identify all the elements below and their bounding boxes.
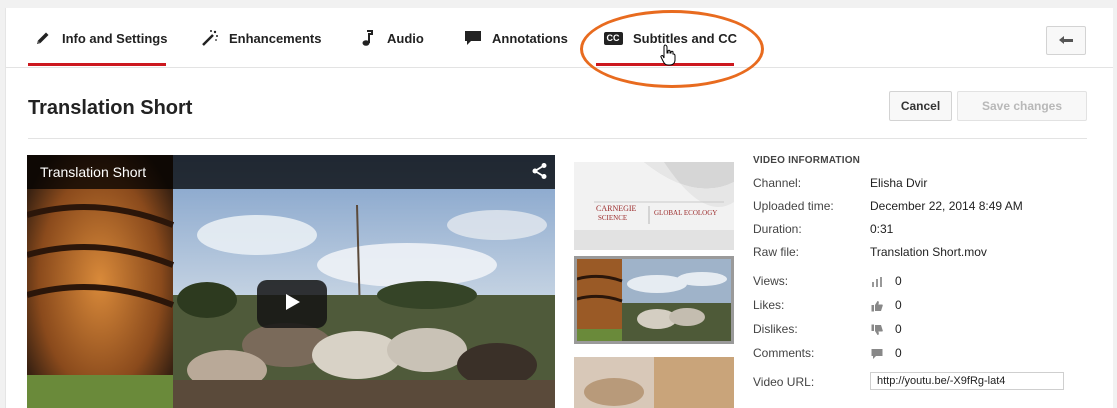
page-title: Translation Short — [28, 97, 193, 119]
channel-label: Channel: — [753, 176, 802, 190]
dislikes-value: 0 — [895, 322, 902, 336]
thumbnail-option-3[interactable] — [574, 357, 734, 408]
slide-text: CARNEGIE — [596, 204, 637, 213]
tab-enhancements[interactable]: Enhancements — [201, 8, 321, 68]
duration-label: Duration: — [753, 222, 802, 236]
pencil-icon — [34, 29, 52, 47]
thumbnail-option-2-selected[interactable] — [574, 256, 734, 344]
save-changes-button[interactable]: Save changes — [957, 91, 1087, 121]
music-note-icon — [359, 29, 377, 47]
video-information-heading: VIDEO INFORMATION — [753, 155, 861, 166]
video-url-label: Video URL: — [753, 375, 815, 389]
slide-text: SCIENCE — [598, 214, 628, 222]
tab-audio[interactable]: Audio — [359, 8, 424, 68]
channel-value: Elisha Dvir — [870, 176, 928, 190]
thumbs-up-icon — [871, 299, 883, 312]
tab-label: Subtitles and CC — [633, 30, 738, 46]
play-icon — [282, 292, 302, 317]
tab-label: Info and Settings — [62, 30, 168, 46]
tab-label: Audio — [387, 30, 424, 46]
tab-info-and-settings[interactable]: Info and Settings — [34, 8, 167, 68]
play-button[interactable] — [257, 280, 327, 328]
comments-label: Comments: — [753, 346, 815, 360]
tab-annotations[interactable]: Annotations — [464, 8, 568, 68]
raw-file-label: Raw file: — [753, 245, 800, 259]
back-button[interactable] — [1046, 26, 1086, 55]
comment-icon — [871, 347, 883, 359]
active-tab-indicator — [28, 63, 166, 66]
tab-bar: Info and Settings Enhancements Audio Ann… — [6, 8, 1113, 68]
views-label: Views: — [753, 274, 789, 288]
uploaded-time-label: Uploaded time: — [753, 199, 834, 213]
dislikes-label: Dislikes: — [753, 322, 798, 336]
views-value: 0 — [895, 274, 902, 288]
slide-text: GLOBAL ECOLOGY — [654, 209, 718, 217]
likes-value: 0 — [895, 298, 902, 312]
magic-wand-icon — [201, 29, 219, 47]
back-arrow-icon — [1058, 32, 1074, 50]
bar-chart-icon — [871, 275, 883, 287]
uploaded-time-value: December 22, 2014 8:49 AM — [870, 199, 1023, 213]
tab-label: Annotations — [492, 30, 568, 46]
speech-bubble-icon — [464, 29, 482, 47]
likes-label: Likes: — [753, 298, 785, 312]
thumbnail-option-1[interactable]: CARNEGIE SCIENCE GLOBAL ECOLOGY — [574, 162, 734, 250]
duration-value: 0:31 — [870, 222, 894, 236]
cc-icon: CC — [603, 29, 623, 47]
video-player[interactable]: Translation Short — [27, 155, 555, 408]
top-strip — [0, 0, 1117, 8]
player-title: Translation Short — [40, 164, 147, 180]
editor-panel: Info and Settings Enhancements Audio Ann… — [5, 8, 1113, 408]
cancel-button[interactable]: Cancel — [889, 91, 952, 121]
share-icon[interactable] — [531, 162, 549, 185]
hand-cursor-icon — [660, 44, 676, 71]
video-url-field[interactable] — [870, 372, 1064, 390]
comments-value: 0 — [895, 346, 902, 360]
tab-label: Enhancements — [229, 30, 322, 46]
thumbs-down-icon — [871, 323, 883, 335]
header-divider — [28, 138, 1087, 139]
raw-file-value: Translation Short.mov — [870, 245, 987, 259]
